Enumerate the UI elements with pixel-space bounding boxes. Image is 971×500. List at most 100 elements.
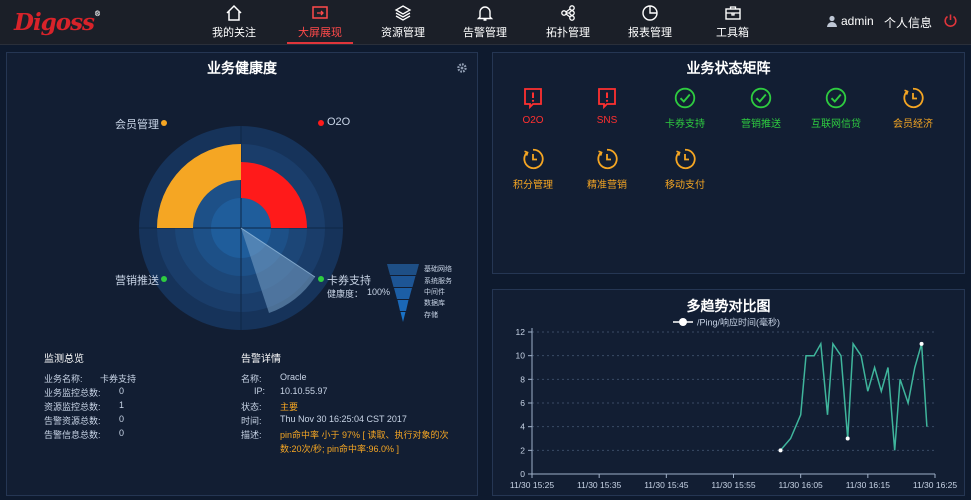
y-tick-label: 12 xyxy=(516,327,526,337)
y-tick-label: 10 xyxy=(516,351,526,361)
trend-chart: /Ping/响应时间(毫秒) 0 2 4 6 8 10 12 11/30 15:25 11/30 … xyxy=(510,317,958,491)
matrix-item-label: 营销推送 xyxy=(741,119,781,130)
user-icon xyxy=(827,15,837,27)
y-tick-label: 4 xyxy=(520,422,525,432)
health-label: 健康度： xyxy=(327,289,364,299)
nav-alarm[interactable]: 告警管理 xyxy=(463,4,507,42)
top-navigation-bar: Digoss® 我的关注 大屏展现 资源管理 告警管理 拓扑管理 报表管理 工具… xyxy=(0,0,971,45)
clock-warning-icon xyxy=(675,148,696,170)
matrix-item-label: 精准营销 xyxy=(587,180,627,191)
matrix-item[interactable]: 卡券支持 xyxy=(655,87,715,130)
y-tick-label: 0 xyxy=(520,469,525,479)
y-tick-label: 6 xyxy=(520,398,525,408)
series-line xyxy=(779,341,928,451)
matrix-item-label: 互联网信贷 xyxy=(811,119,861,130)
topology-icon xyxy=(561,5,575,21)
layers-icon xyxy=(394,5,412,21)
x-tick-label: 11/30 16:25 xyxy=(913,480,958,490)
profile-link[interactable]: 个人信息 xyxy=(884,14,932,31)
clock-warning-icon xyxy=(597,148,618,170)
health-title: 业务健康度 xyxy=(207,60,277,76)
alarm-desc-line2: 数:20次/秒; pin命中率:96.0% ] xyxy=(280,444,400,454)
data-point xyxy=(919,341,924,346)
overview-value: 0 xyxy=(119,386,125,396)
legend-marker xyxy=(679,318,687,326)
clock-warning-icon xyxy=(903,87,924,109)
overview-key: 告警信息总数: xyxy=(44,430,101,440)
nav-report[interactable]: 报表管理 xyxy=(628,4,672,42)
x-tick-label: 11/30 16:05 xyxy=(779,480,824,490)
legend-label: /Ping/响应时间(毫秒) xyxy=(697,317,780,328)
legend-system: 系统服务 xyxy=(424,278,452,285)
matrix-item[interactable]: O2O xyxy=(503,87,563,126)
pie-icon xyxy=(642,5,658,21)
screen-icon xyxy=(312,6,328,19)
overview-key: 告警资源总数: xyxy=(44,416,101,426)
home-icon xyxy=(226,4,242,21)
gear-icon[interactable] xyxy=(456,62,468,74)
label-marketing: 营销推送 xyxy=(115,275,159,287)
overview-key: 资源监控总数: xyxy=(44,402,101,412)
overview-value: 1 xyxy=(119,400,125,410)
data-point xyxy=(845,436,850,441)
alarm-status: 主要 xyxy=(280,402,299,412)
trend-panel: 多趋势对比图 /Ping/响应时间(毫秒) 0 2 4 6 8 10 12 11/30 15:2… xyxy=(492,289,965,496)
label-o2o: O2O xyxy=(327,116,351,128)
matrix-item-label: 移动支付 xyxy=(665,180,705,191)
label-member: 会员管理 xyxy=(115,119,159,131)
alarm-key: 描述: xyxy=(241,430,262,440)
x-tick-label: 11/30 16:15 xyxy=(846,480,891,490)
matrix-item-label: 积分管理 xyxy=(513,180,553,191)
matrix-item[interactable]: 移动支付 xyxy=(655,148,715,191)
alarm-name: Oracle xyxy=(280,372,307,382)
status-matrix-panel: 业务状态矩阵 O2O SNS 卡券支持 营销推送 互联网信贷 会员经济 积分管理 精准营销 移动… xyxy=(492,52,965,274)
alarm-time: Thu Nov 30 16:25:04 CST 2017 xyxy=(280,414,407,424)
alarm-title: 告警详情 xyxy=(241,354,281,365)
nav-topology[interactable]: 拓扑管理 xyxy=(546,4,590,42)
toolbox-icon xyxy=(724,6,741,20)
nav-toolbox[interactable]: 工具箱 xyxy=(716,4,749,42)
overview-key: 业务监控总数: xyxy=(44,388,101,398)
label-coupon: 卡券支持 xyxy=(327,275,371,287)
nav-resource[interactable]: 资源管理 xyxy=(381,4,425,42)
matrix-item-label: 卡券支持 xyxy=(665,119,705,130)
y-tick-label: 8 xyxy=(520,374,525,384)
alarm-key: IP: xyxy=(254,386,266,396)
overview-value: 0 xyxy=(119,414,125,424)
user-menu[interactable]: admin xyxy=(826,14,874,28)
matrix-item[interactable]: 营销推送 xyxy=(731,87,791,130)
matrix-item[interactable]: 积分管理 xyxy=(503,148,563,191)
matrix-item[interactable]: 会员经济 xyxy=(883,87,943,130)
alert-icon xyxy=(524,88,542,109)
alarm-key: 状态: xyxy=(241,402,262,412)
check-circle-icon xyxy=(750,87,772,109)
member-dot xyxy=(161,120,167,126)
nav-big-screen[interactable]: 大屏展现 xyxy=(298,4,342,42)
y-tick-label: 2 xyxy=(520,445,525,455)
matrix-item[interactable]: 精准营销 xyxy=(577,148,637,191)
overview-value: 卡券支持 xyxy=(100,374,137,384)
matrix-item[interactable]: 互联网信贷 xyxy=(806,87,866,130)
health-radar xyxy=(139,126,343,330)
matrix-item-label: 会员经济 xyxy=(893,119,933,130)
x-tick-label: 11/30 15:55 xyxy=(711,480,756,490)
alarm-key: 时间: xyxy=(241,416,262,426)
nav-my-focus[interactable]: 我的关注 xyxy=(212,4,256,42)
overview-title: 监测总览 xyxy=(44,354,84,365)
legend-middleware: 中间件 xyxy=(424,289,445,296)
layer-funnel xyxy=(387,264,419,322)
matrix-item-label: SNS xyxy=(596,115,618,126)
x-tick-label: 11/30 15:25 xyxy=(510,480,555,490)
check-circle-icon xyxy=(825,87,847,109)
alarm-ip: 10.10.55.97 xyxy=(280,386,328,396)
overview-value: 0 xyxy=(119,428,125,438)
overview-key: 业务名称: xyxy=(44,374,83,384)
active-nav-underline xyxy=(287,42,353,44)
bell-icon xyxy=(476,6,494,21)
marketing-dot xyxy=(161,276,167,282)
power-icon[interactable] xyxy=(943,13,958,28)
health-panel: 业务健康度 会员管理 O2O 营销推送 卡券支持 健康度： 100% 基础网络 … xyxy=(6,52,478,496)
matrix-item[interactable]: SNS xyxy=(577,87,637,126)
logo[interactable]: Digoss® xyxy=(14,9,101,36)
legend-storage: 存储 xyxy=(424,312,438,319)
